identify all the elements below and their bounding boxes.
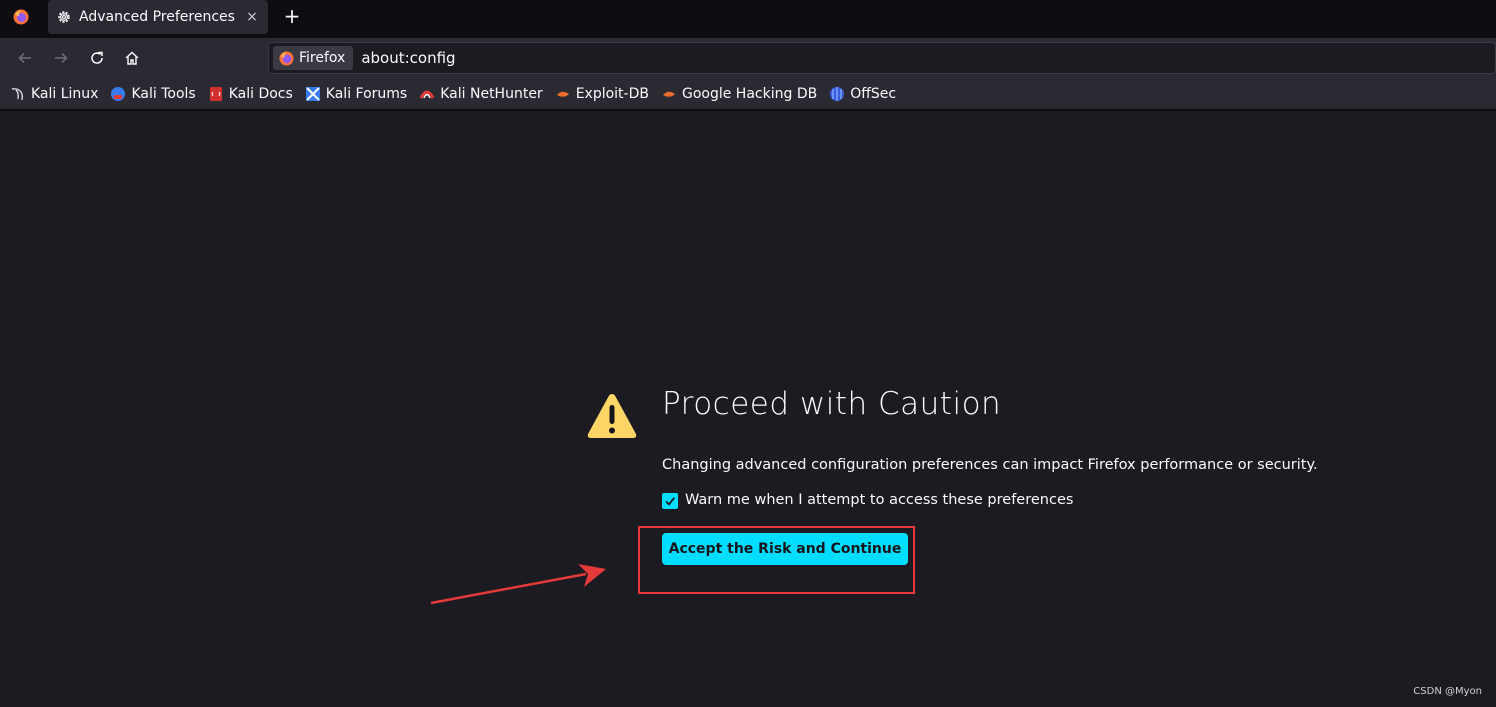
bookmark-offsec[interactable]: OffSec bbox=[829, 86, 896, 102]
url-input[interactable]: about:config bbox=[361, 49, 455, 67]
kali-docs-icon bbox=[209, 86, 222, 101]
annotation-arrow bbox=[430, 564, 606, 605]
arrow-left-icon bbox=[18, 52, 31, 64]
tab-advanced-preferences[interactable]: Advanced Preferences × bbox=[48, 0, 268, 34]
warn-checkbox-label[interactable]: Warn me when I attempt to access these p… bbox=[685, 492, 1073, 508]
bookmark-label: OffSec bbox=[850, 85, 897, 102]
identity-label: Firefox bbox=[299, 50, 346, 66]
bookmark-label: Kali Docs bbox=[228, 85, 293, 102]
reload-icon bbox=[91, 51, 103, 64]
identity-box[interactable]: Firefox bbox=[273, 46, 354, 70]
home-button[interactable] bbox=[119, 46, 145, 70]
bookmark-kali-linux[interactable]: Kali Linux bbox=[10, 86, 98, 102]
offsec-icon bbox=[830, 86, 845, 101]
annotation-highlight-box bbox=[638, 526, 915, 594]
kali-nethunter-icon bbox=[419, 90, 435, 99]
checkmark-icon bbox=[665, 497, 675, 506]
kali-dragon-icon bbox=[11, 87, 24, 100]
new-tab-button[interactable]: + bbox=[280, 4, 304, 28]
tab-strip: Advanced Preferences × + bbox=[0, 0, 1496, 38]
toolbar-divider bbox=[0, 110, 1496, 111]
bookmark-label: Exploit-DB bbox=[575, 85, 649, 102]
exploit-db-icon bbox=[556, 91, 569, 97]
reload-button[interactable] bbox=[84, 46, 110, 70]
firefox-logo-icon bbox=[13, 9, 29, 25]
bookmark-label: Kali Forums bbox=[325, 85, 408, 102]
tab-title: Advanced Preferences bbox=[79, 9, 235, 25]
bookmark-kali-tools[interactable]: Kali Tools bbox=[110, 85, 196, 102]
kali-forums-icon bbox=[305, 86, 320, 101]
warning-icon bbox=[587, 394, 637, 438]
page-title: Proceed with Caution bbox=[662, 386, 1002, 422]
firefox-view-button[interactable] bbox=[0, 0, 42, 34]
bookmark-kali-nethunter[interactable]: Kali NetHunter bbox=[419, 85, 543, 102]
warning-description: Changing advanced configuration preferen… bbox=[662, 457, 1318, 473]
url-bar[interactable]: Firefox about:config bbox=[268, 42, 1496, 74]
bookmark-kali-docs[interactable]: Kali Docs bbox=[208, 86, 293, 102]
bookmark-exploit-db[interactable]: Exploit-DB bbox=[555, 86, 649, 102]
bookmark-label: Kali NetHunter bbox=[440, 85, 543, 102]
home-icon bbox=[125, 51, 139, 65]
bookmark-google-hacking-db[interactable]: Google Hacking DB bbox=[661, 86, 817, 102]
kali-tools-icon bbox=[111, 86, 126, 101]
watermark: CSDN @Myon⁠ bbox=[1413, 686, 1482, 697]
navigation-toolbar: Firefox about:config bbox=[0, 38, 1496, 78]
gear-icon bbox=[58, 11, 70, 23]
warn-checkbox[interactable] bbox=[662, 493, 678, 509]
arrow-right-icon bbox=[55, 52, 68, 64]
bookmark-label: Kali Tools bbox=[131, 85, 196, 102]
bookmarks-toolbar: Kali Linux Kali Tools Kali Docs Kali For… bbox=[0, 78, 1496, 110]
bookmark-label: Google Hacking DB bbox=[681, 85, 818, 102]
forward-button[interactable] bbox=[48, 46, 74, 70]
tab-close-icon[interactable]: × bbox=[244, 9, 260, 25]
firefox-logo-icon bbox=[279, 50, 294, 66]
bookmark-kali-forums[interactable]: Kali Forums bbox=[305, 86, 407, 102]
ghdb-icon bbox=[662, 91, 675, 97]
back-button[interactable] bbox=[12, 46, 38, 70]
bookmark-label: Kali Linux bbox=[31, 85, 99, 102]
